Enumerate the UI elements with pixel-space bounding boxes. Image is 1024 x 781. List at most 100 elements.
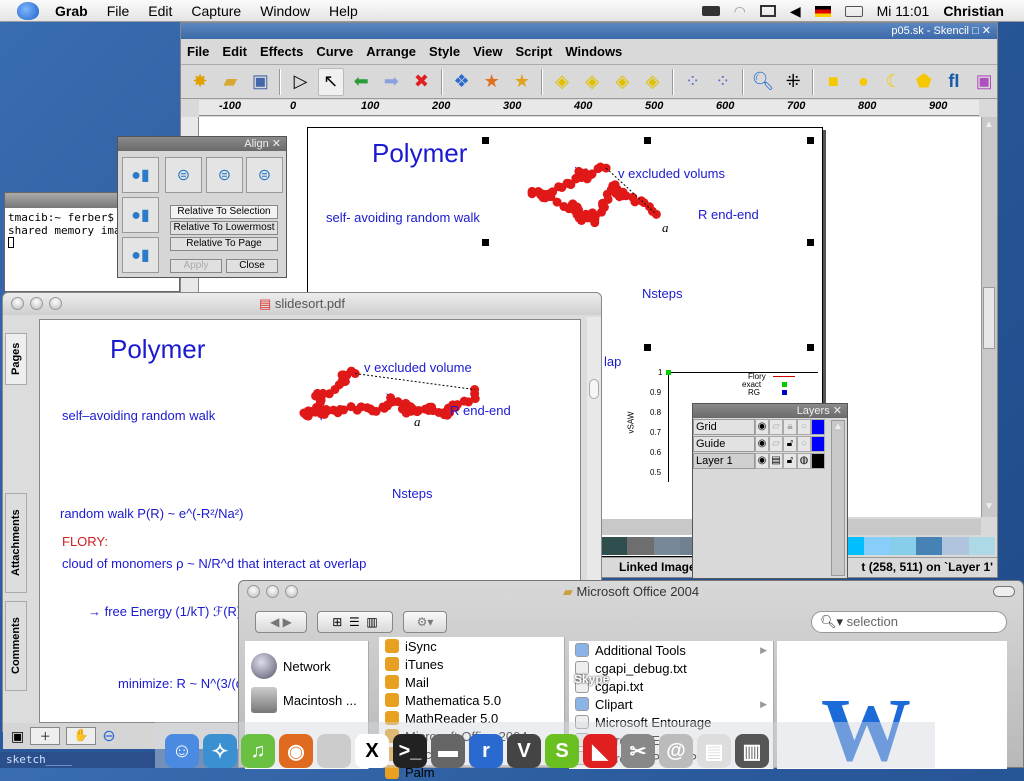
dock-item-vpn[interactable]: V xyxy=(507,734,541,768)
relative-to-selection-button[interactable]: Relative To Selection xyxy=(170,205,278,219)
selection-handle[interactable] xyxy=(644,137,651,144)
tab-comments[interactable]: Comments xyxy=(5,601,27,691)
close-icon[interactable]: ✕ xyxy=(833,405,842,417)
dock-item-realplayer[interactable]: r xyxy=(469,734,503,768)
sidebar-item-macintosh-hd[interactable]: Macintosh ... xyxy=(245,683,368,717)
selection-handle[interactable] xyxy=(807,137,814,144)
tab-attachments[interactable]: Attachments xyxy=(5,493,27,593)
printable-icon[interactable]: ▱ xyxy=(769,419,783,435)
relative-to-lowermost-button[interactable]: Relative To Lowermost xyxy=(170,221,278,235)
palette-swatch[interactable] xyxy=(942,537,969,555)
apply-button[interactable]: Apply xyxy=(170,259,222,273)
unlock-icon[interactable]: 🔓︎ xyxy=(783,436,797,452)
image-tool-icon[interactable]: ▣ xyxy=(971,68,997,96)
move-up-icon[interactable]: ◈ xyxy=(579,68,605,96)
maximize-icon[interactable]: □ xyxy=(972,25,979,37)
layer-color-swatch[interactable] xyxy=(811,419,825,435)
close-icon[interactable]: ✕ xyxy=(982,25,991,37)
palette-swatch[interactable] xyxy=(627,537,654,555)
dock-item-preview[interactable]: ▤ xyxy=(697,734,731,768)
fill-icon[interactable]: ◍ xyxy=(797,453,811,469)
layer-name[interactable]: Guide Lines xyxy=(693,436,755,464)
action-menu-button[interactable]: ⚙▾ xyxy=(403,611,447,633)
unlock-icon[interactable]: 🔓︎ xyxy=(783,453,797,469)
rectangle-tool-icon[interactable]: ■ xyxy=(820,68,846,96)
back-forward-buttons[interactable]: ◀ ▶ xyxy=(255,611,307,633)
align-center-horizontal-button[interactable]: ●▮ xyxy=(122,197,159,233)
finder-file-item[interactable]: Additional Tools ▶ xyxy=(569,641,773,659)
finder-search-field[interactable]: 🔍︎▾ selection xyxy=(811,611,1007,633)
align-center-vertical-button[interactable]: ⊜ xyxy=(206,157,243,193)
close-button[interactable] xyxy=(11,297,24,310)
flip-horizontal-icon[interactable]: ★ xyxy=(479,68,505,96)
close-button[interactable]: Close xyxy=(226,259,278,273)
layer-name[interactable]: Layer 1 xyxy=(693,453,755,469)
power-icon[interactable] xyxy=(844,5,863,17)
dock-item-acrobat[interactable]: ◣ xyxy=(583,734,617,768)
list-view-icon[interactable]: ☰ xyxy=(349,615,360,629)
sk-menu-view[interactable]: View xyxy=(473,44,502,59)
sk-menu-curve[interactable]: Curve xyxy=(316,44,353,59)
save-icon[interactable]: ▣ xyxy=(247,68,273,96)
palette-swatch[interactable] xyxy=(601,537,628,555)
redo-icon[interactable]: ➡ xyxy=(378,68,404,96)
lock-icon[interactable]: 🔒︎ xyxy=(783,419,797,435)
finder-app-item[interactable]: Mail xyxy=(379,673,564,691)
dock-item-itunes[interactable]: ♫ xyxy=(241,734,275,768)
sk-menu-arrange[interactable]: Arrange xyxy=(366,44,416,59)
polygon-tool-icon[interactable]: ⬟ xyxy=(911,68,937,96)
add-page-button[interactable]: ＋ xyxy=(30,727,61,745)
printable-icon[interactable]: ▤ xyxy=(769,453,783,469)
dock-item-grab[interactable]: ✂ xyxy=(621,734,655,768)
layer-row[interactable]: Guide Lines ◉ ▱ 🔓︎ ○ xyxy=(693,436,847,464)
hand-tool-button[interactable]: ✋ xyxy=(66,727,97,745)
toolbar-toggle-button[interactable] xyxy=(993,586,1015,597)
align-top-button[interactable]: ⊜ xyxy=(165,157,202,193)
dock-item-printer[interactable]: ▬ xyxy=(431,734,465,768)
flip-vertical-icon[interactable]: ★ xyxy=(509,68,535,96)
german-flag-icon[interactable] xyxy=(814,5,831,17)
wifi-icon[interactable]: ◠ xyxy=(734,3,746,20)
selection-handle[interactable] xyxy=(644,344,651,351)
icon-view-icon[interactable]: ⊞ xyxy=(332,615,342,629)
finder-file-item[interactable]: Clipart ▶ xyxy=(569,695,773,713)
dock-item-mail[interactable]: @ xyxy=(659,734,693,768)
dock-item-skype[interactable]: S xyxy=(545,734,579,768)
skencil-title-bar[interactable]: p05.sk - Skencil □ ✕ xyxy=(181,23,997,39)
tab-pages[interactable]: Pages xyxy=(5,333,27,385)
selection-handle[interactable] xyxy=(807,344,814,351)
sidebar-item-network[interactable]: Network xyxy=(245,649,368,683)
palette-swatch[interactable] xyxy=(968,537,995,555)
column-view-icon[interactable]: ▥ xyxy=(366,615,377,629)
dock-item-finder[interactable]: ☺ xyxy=(165,734,199,768)
clock[interactable]: Mi 11:01 xyxy=(877,3,930,19)
layer-color-swatch[interactable] xyxy=(811,453,825,469)
close-button[interactable] xyxy=(247,585,260,598)
sk-menu-script[interactable]: Script xyxy=(516,44,553,59)
move-to-top-icon[interactable]: ◈ xyxy=(549,68,575,96)
relative-to-page-button[interactable]: Relative To Page xyxy=(170,237,278,251)
zoom-button[interactable] xyxy=(49,297,62,310)
text-tool-icon[interactable]: fI xyxy=(941,68,967,96)
move-down-icon[interactable]: ◈ xyxy=(609,68,635,96)
sketch-taskbar[interactable]: sketch____ xyxy=(0,752,155,768)
layer-name[interactable]: Grid xyxy=(693,419,755,435)
selection-handle[interactable] xyxy=(482,239,489,246)
selection-handle[interactable] xyxy=(807,239,814,246)
dock-item-x11[interactable]: X xyxy=(355,734,389,768)
scroll-up-arrow[interactable]: ▲ xyxy=(984,119,994,130)
layer-color-swatch[interactable] xyxy=(811,436,825,452)
outline-icon[interactable]: ○ xyxy=(797,419,811,435)
finder-app-item[interactable]: iTunes xyxy=(379,655,564,673)
search-input[interactable]: selection xyxy=(847,614,898,629)
align-left-button[interactable]: ●▮ xyxy=(122,157,159,193)
sk-menu-style[interactable]: Style xyxy=(429,44,460,59)
sk-menu-windows[interactable]: Windows xyxy=(565,44,622,59)
menu-app-grab[interactable]: Grab xyxy=(55,3,88,19)
zoom-tool-icon[interactable]: 🔍︎ xyxy=(750,68,776,96)
selection-handle[interactable] xyxy=(482,137,489,144)
dock-item-firefox[interactable]: ◉ xyxy=(279,734,313,768)
scroll-thumb[interactable] xyxy=(589,379,599,399)
blend-icon[interactable]: ⁘ xyxy=(680,68,706,96)
apple-menu-icon[interactable] xyxy=(17,1,39,20)
